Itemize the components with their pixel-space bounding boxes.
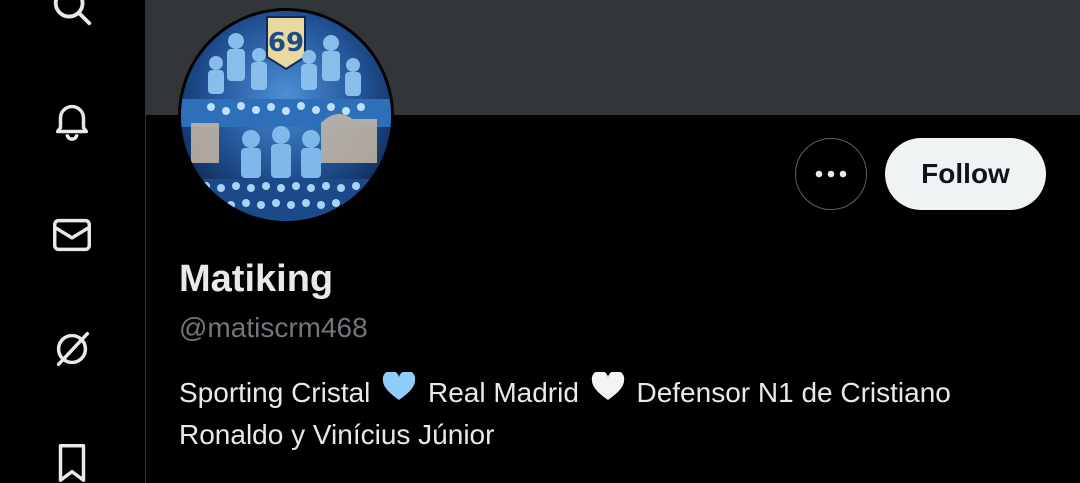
avatar-image: 69 xyxy=(181,11,391,221)
bookmark-icon[interactable] xyxy=(46,437,98,483)
messages-mail-icon[interactable] xyxy=(46,209,98,261)
white-heart-icon xyxy=(591,372,625,402)
side-navigation xyxy=(0,0,145,483)
profile-avatar[interactable]: 69 xyxy=(178,8,394,224)
profile-screen: 69 Follow Matiking @matiscrm468 Sporting… xyxy=(0,0,1080,483)
search-icon[interactable] xyxy=(46,0,98,32)
avatar-badge-number: 69 xyxy=(268,28,304,58)
profile-bio: Sporting Cristal Real Madrid Defensor N1… xyxy=(179,372,1039,456)
user-handle: @matiscrm468 xyxy=(179,312,368,343)
display-name: Matiking xyxy=(179,258,334,300)
notifications-bell-icon[interactable] xyxy=(46,94,98,146)
ellipsis-icon xyxy=(815,170,847,178)
bio-text-part-1: Sporting Cristal xyxy=(179,377,371,408)
bio-text-part-2: Real Madrid xyxy=(427,377,579,408)
grok-icon[interactable] xyxy=(46,323,98,375)
follow-button[interactable]: Follow xyxy=(885,138,1046,210)
location-icon xyxy=(181,478,211,483)
more-options-button[interactable] xyxy=(795,138,867,210)
light-blue-heart-icon xyxy=(382,372,416,402)
